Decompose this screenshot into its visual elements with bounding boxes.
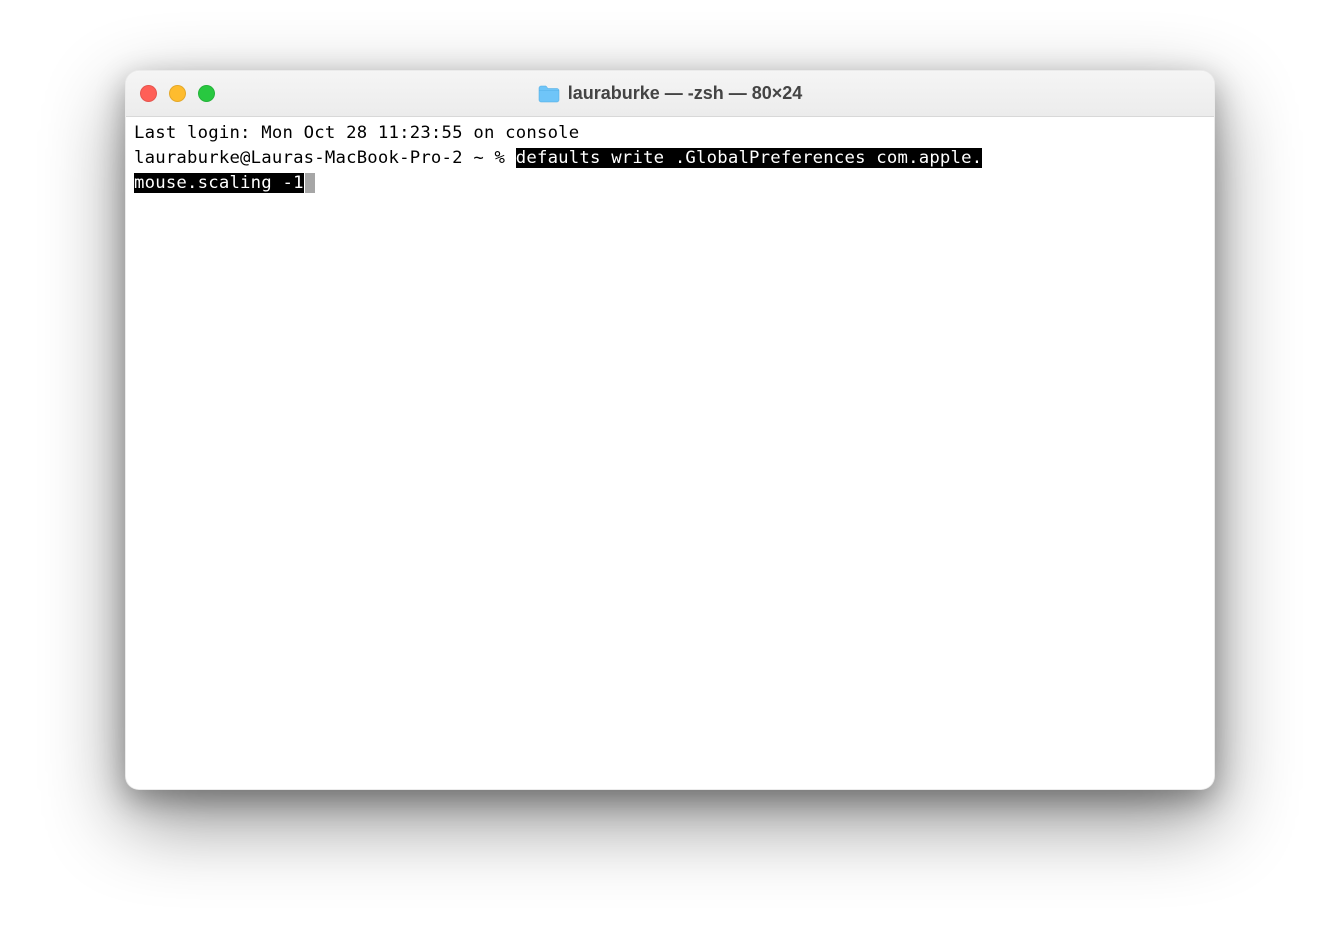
window-title-container: lauraburke — -zsh — 80×24 <box>126 83 1214 104</box>
terminal-window: lauraburke — -zsh — 80×24 Last login: Mo… <box>125 70 1215 790</box>
prompt-line-2: mouse.scaling -1 <box>134 171 1206 196</box>
cursor <box>305 173 315 193</box>
titlebar[interactable]: lauraburke — -zsh — 80×24 <box>126 71 1214 117</box>
terminal-body[interactable]: Last login: Mon Oct 28 11:23:55 on conso… <box>126 117 1214 789</box>
folder-icon <box>538 85 560 103</box>
shell-prompt: lauraburke@Lauras-MacBook-Pro-2 ~ % <box>134 148 516 168</box>
close-button[interactable] <box>140 85 157 102</box>
last-login-line: Last login: Mon Oct 28 11:23:55 on conso… <box>134 121 1206 146</box>
traffic-lights <box>140 85 215 102</box>
prompt-line: lauraburke@Lauras-MacBook-Pro-2 ~ % defa… <box>134 146 1206 171</box>
minimize-button[interactable] <box>169 85 186 102</box>
window-title: lauraburke — -zsh — 80×24 <box>568 83 803 104</box>
command-selection-part2[interactable]: mouse.scaling -1 <box>134 173 304 193</box>
command-selection-part1[interactable]: defaults write .GlobalPreferences com.ap… <box>516 148 983 168</box>
maximize-button[interactable] <box>198 85 215 102</box>
